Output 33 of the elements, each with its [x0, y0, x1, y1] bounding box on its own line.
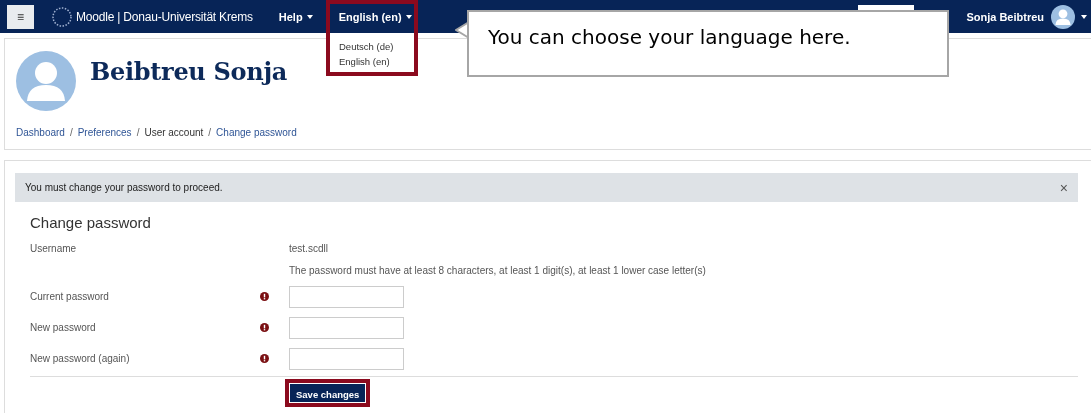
language-option[interactable]: English (en)	[339, 55, 414, 67]
breadcrumb-link[interactable]: Dashboard	[16, 127, 65, 138]
field-label: New password (again)	[30, 353, 131, 364]
field-label: New password	[30, 322, 97, 333]
password-rules: The password must have at least 8 characters, at least 1 digit(s), at least 1 lower case letter(s)	[289, 264, 707, 276]
save-button[interactable]: Save changes	[290, 384, 366, 402]
field-label: Current password	[30, 291, 110, 302]
language-tooltip: You can choose your language here.	[467, 10, 949, 77]
language-option[interactable]: Deutsch (de)	[339, 40, 414, 52]
language-menu[interactable]: English (en)	[338, 10, 412, 23]
field-label: Username	[30, 242, 78, 254]
breadcrumb-text: User account	[144, 127, 204, 138]
logo-icon	[52, 6, 72, 27]
alert-message: You must change your password to proceed.	[25, 182, 223, 193]
form-title: Change password	[30, 214, 152, 231]
profile-name: Beibtreu Sonja	[90, 57, 288, 86]
menu-button[interactable]: ≡	[7, 4, 34, 29]
password-field[interactable]	[289, 347, 404, 370]
site-name[interactable]: Moodle | Donau-Universität Krems	[76, 9, 253, 24]
password-field[interactable]	[289, 316, 404, 339]
field-value: test.scdll	[289, 242, 329, 254]
help-menu[interactable]: Help	[278, 10, 313, 23]
breadcrumb-link[interactable]: Change password	[216, 127, 297, 138]
breadcrumb-separator: /	[69, 127, 73, 138]
close-button[interactable]: ×	[1059, 179, 1068, 196]
avatar-icon	[1051, 4, 1075, 29]
profile-avatar-icon	[16, 51, 76, 111]
user-name[interactable]: Sonja Beibtreu	[966, 10, 1044, 23]
caret-icon[interactable]	[1081, 14, 1087, 19]
breadcrumb-separator: /	[136, 127, 140, 138]
breadcrumb-link[interactable]: Preferences	[77, 127, 132, 138]
breadcrumb-separator: /	[208, 127, 212, 138]
password-field[interactable]	[289, 285, 404, 308]
